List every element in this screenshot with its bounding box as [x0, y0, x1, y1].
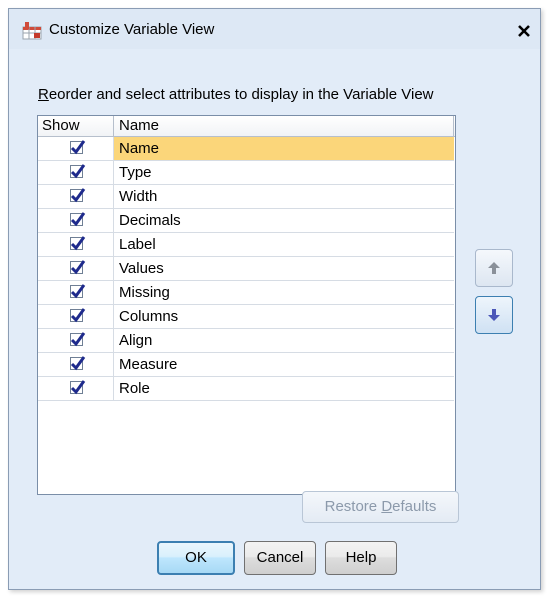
attribute-name: Width: [119, 188, 158, 205]
arrow-down-icon: [488, 309, 500, 321]
attribute-name: Decimals: [119, 212, 181, 229]
help-button[interactable]: Help: [325, 541, 397, 575]
instruction-mnemonic: R: [38, 86, 49, 103]
show-cell: [38, 329, 114, 352]
attribute-name: Measure: [119, 356, 178, 373]
dialog-title: Customize Variable View: [49, 21, 215, 38]
close-icon: [518, 25, 530, 37]
show-cell: [38, 353, 114, 376]
move-up-button[interactable]: [475, 249, 513, 287]
table-row[interactable]: Columns: [38, 305, 454, 329]
table-row[interactable]: Values: [38, 257, 454, 281]
restore-defaults-button[interactable]: Restore Defaults: [302, 491, 459, 523]
checkmark-icon: [70, 332, 86, 347]
instruction-rest: eorder and select attributes to display …: [48, 86, 434, 103]
list-header: Show Name: [38, 116, 455, 137]
table-row[interactable]: Measure: [38, 353, 454, 377]
show-checkbox[interactable]: [70, 380, 86, 395]
show-cell: [38, 161, 114, 184]
attribute-name: Align: [119, 332, 153, 349]
move-down-button[interactable]: [475, 296, 513, 334]
show-cell: [38, 257, 114, 280]
table-row[interactable]: Width: [38, 185, 454, 209]
checkmark-icon: [70, 236, 86, 251]
checkmark-icon: [70, 356, 86, 371]
show-checkbox[interactable]: [70, 356, 86, 371]
checkmark-icon: [70, 284, 86, 299]
show-checkbox[interactable]: [70, 332, 86, 347]
restore-mnemonic: D: [381, 498, 393, 515]
attribute-rows: Name Type Width Decimals Label Values Missing C…: [38, 137, 454, 401]
show-cell: [38, 281, 114, 304]
attribute-name: Name: [114, 137, 454, 160]
close-button[interactable]: [514, 21, 534, 41]
cancel-button[interactable]: Cancel: [244, 541, 316, 575]
table-row[interactable]: Missing: [38, 281, 454, 305]
show-checkbox[interactable]: [70, 260, 86, 275]
attribute-name: Columns: [119, 308, 179, 325]
title-bar[interactable]: Customize Variable View: [9, 9, 540, 49]
show-checkbox[interactable]: [70, 284, 86, 299]
show-cell: [38, 305, 114, 328]
ok-button[interactable]: OK: [157, 541, 235, 575]
show-checkbox[interactable]: [70, 308, 86, 323]
attribute-name: Label: [119, 236, 156, 253]
table-row[interactable]: Role: [38, 377, 454, 401]
checkmark-icon: [70, 188, 86, 203]
attribute-name: Type: [119, 164, 152, 181]
show-checkbox[interactable]: [70, 188, 86, 203]
checkmark-icon: [70, 212, 86, 227]
checkmark-icon: [70, 260, 86, 275]
show-cell: [38, 233, 114, 256]
attribute-name: Role: [119, 380, 150, 397]
checkmark-icon: [70, 380, 86, 395]
instruction-text: Reorder and select attributes to display…: [38, 86, 434, 103]
checkmark-icon: [70, 164, 86, 179]
show-cell: [38, 209, 114, 232]
show-checkbox[interactable]: [70, 212, 86, 227]
column-header-name[interactable]: Name: [114, 116, 454, 136]
show-cell: [38, 137, 114, 160]
arrow-up-icon: [488, 262, 500, 274]
table-row[interactable]: Decimals: [38, 209, 454, 233]
customize-variable-view-dialog: Customize Variable View Reorder and sele…: [8, 8, 541, 590]
table-row[interactable]: Label: [38, 233, 454, 257]
restore-suffix: efaults: [392, 498, 437, 515]
show-checkbox[interactable]: [70, 164, 86, 179]
table-row[interactable]: Type: [38, 161, 454, 185]
table-row[interactable]: Name: [38, 137, 454, 161]
checkmark-icon: [70, 308, 86, 323]
column-header-show[interactable]: Show: [38, 116, 114, 136]
show-cell: [38, 185, 114, 208]
table-row[interactable]: Align: [38, 329, 454, 353]
variable-view-app-icon: [22, 22, 42, 40]
attribute-name: Values: [119, 260, 164, 277]
checkmark-icon: [70, 140, 86, 155]
show-checkbox[interactable]: [70, 236, 86, 251]
restore-prefix: Restore: [324, 498, 382, 515]
attribute-name: Missing: [119, 284, 170, 301]
show-cell: [38, 377, 114, 400]
attribute-list[interactable]: Show Name Name Type Width Decimals Label Valu…: [37, 115, 456, 495]
show-checkbox[interactable]: [70, 140, 86, 155]
